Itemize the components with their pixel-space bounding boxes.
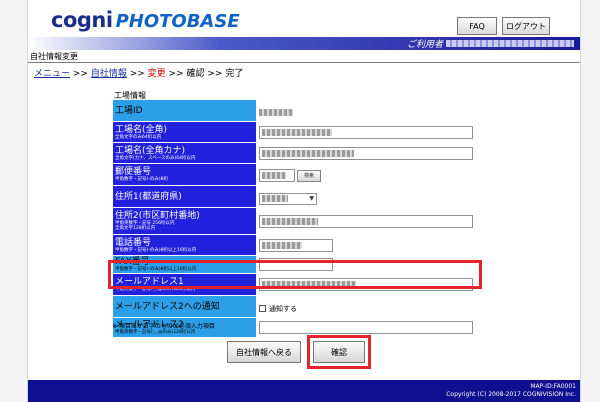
factory-name-masked (262, 128, 332, 136)
phone-hint: 半角数字・記号(-のみ)8桁以上16桁以内 (115, 247, 197, 253)
email2-notify-label-text: メールアドレス2への通知 (115, 301, 220, 312)
confirm-highlight-box (307, 335, 371, 369)
breadcrumb-sep: >> (165, 69, 187, 79)
email2-notify-checkbox-label[interactable]: 通知する (269, 304, 297, 314)
factory-kana-hint: 全角文字(カナ、スペースのみ)64桁以内 (115, 155, 196, 161)
title-divider (28, 62, 580, 63)
breadcrumb-sep: >> (204, 69, 226, 79)
breadcrumb: メニュー >> 自社情報 >> 変更 >> 確認 >> 完了 (34, 66, 243, 79)
email2-input[interactable] (259, 321, 473, 334)
factory-id-value (256, 99, 476, 122)
factory-name-label-text: 工場名(全角) (115, 124, 168, 135)
back-to-company-info-button[interactable]: 自社情報へ戻る (227, 341, 301, 363)
logo-photobase-text: PHOTOBASE (115, 11, 240, 32)
factory-name-input[interactable] (259, 125, 473, 139)
breadcrumb-done: 完了 (225, 69, 244, 79)
factory-name-label: 工場名(全角) 全角文字のみ64桁以内 (112, 121, 257, 143)
form-row-address2: 住所2(市区町村番地) 半角英数字・記号 256桁以内 全角文字128桁以内 (112, 207, 476, 235)
factory-id-label-text: 工場ID (115, 105, 143, 116)
postal-code-input[interactable] (259, 169, 295, 182)
email2-notify-checkbox[interactable] (259, 305, 266, 312)
form-row-email2-notify: メールアドレス2への通知 通知する (112, 295, 476, 318)
postal-label: 郵便番号 半角数字・記号(-のみ)8桁 (112, 163, 257, 186)
address2-label-text: 住所2(市区町村番地) (115, 211, 200, 221)
factory-info-form: 工場ID 工場名(全角) 全角文字のみ64桁以内 工場名(全角カナ) 全角文字(… (112, 99, 476, 338)
footer: MAP-ID:FA0001 Copyright (C) 2008-2017 CO… (28, 380, 580, 402)
breadcrumb-confirm: 確認 (186, 69, 205, 79)
breadcrumb-sep: >> (126, 69, 148, 79)
email1-highlight-box (108, 260, 482, 289)
prefecture-masked (262, 195, 288, 202)
form-row-address1: 住所1(都道府県) ▼ (112, 185, 476, 208)
breadcrumb-current-change: 変更 (147, 69, 166, 79)
phone-input[interactable] (259, 238, 333, 252)
cogni-photobase-logo: cogni PHOTOBASE (51, 8, 240, 32)
app-window: cogni PHOTOBASE FAQ ログアウト ご利用者 自社情報変更 メニ… (28, 0, 580, 402)
address1-label: 住所1(都道府県) (112, 185, 257, 208)
address2-hint2: 全角文字128桁以内 (115, 226, 156, 231)
form-row-phone: 電話番号 半角数字・記号(-のみ)8桁以上16桁以内 (112, 234, 476, 256)
faq-button[interactable]: FAQ (457, 17, 497, 35)
user-name-masked (446, 40, 574, 47)
factory-name-hint: 全角文字のみ64桁以内 (115, 134, 162, 140)
page-title: 自社情報変更 (30, 52, 78, 61)
factory-kana-label: 工場名(全角カナ) 全角文字(カナ、スペースのみ)64桁以内 (112, 142, 257, 164)
factory-id-label: 工場ID (112, 99, 257, 122)
factory-kana-masked (262, 149, 354, 157)
browser-frame-right (580, 0, 600, 402)
email2-hint: 半角英数字・記号(-_.@のみ)128桁以内 (115, 330, 196, 335)
screen-id: MAP-ID:FA0001 (530, 383, 576, 390)
email2-notify-checkbox-group: 通知する (259, 304, 297, 314)
phone-masked (262, 241, 302, 249)
factory-kana-label-text: 工場名(全角カナ) (115, 145, 186, 156)
factory-id-masked (259, 109, 293, 116)
form-row-factory-id: 工場ID (112, 99, 476, 122)
postal-label-text: 郵便番号 (115, 167, 152, 177)
address2-label: 住所2(市区町村番地) 半角英数字・記号 256桁以内 全角文字128桁以内 (112, 207, 257, 235)
browser-frame-left (0, 0, 28, 402)
logo-cogni-text: cogni (51, 8, 113, 32)
phone-label-text: 電話番号 (115, 237, 152, 248)
form-row-factory-kana: 工場名(全角カナ) 全角文字(カナ、スペースのみ)64桁以内 (112, 142, 476, 164)
required-note: ※ 項目名が白字のものは必須入力項目 (112, 323, 215, 330)
phone-label: 電話番号 半角数字・記号(-のみ)8桁以上16桁以内 (112, 234, 257, 256)
email2-notify-label: メールアドレス2への通知 (112, 295, 257, 318)
logout-button[interactable]: ログアウト (502, 17, 550, 35)
user-label: ご利用者 (406, 40, 443, 50)
form-row-factory-name: 工場名(全角) 全角文字のみ64桁以内 (112, 121, 476, 143)
factory-kana-input[interactable] (259, 146, 473, 160)
postal-hint: 半角数字・記号(-のみ)8桁 (115, 177, 168, 182)
form-row-postal: 郵便番号 半角数字・記号(-のみ)8桁 検索 (112, 163, 476, 186)
address2-masked (262, 217, 318, 225)
breadcrumb-sep: >> (70, 69, 91, 79)
address2-input[interactable] (259, 214, 473, 228)
address1-label-text: 住所1(都道府県) (115, 191, 182, 202)
breadcrumb-menu-link[interactable]: メニュー (34, 69, 70, 79)
chevron-down-icon: ▼ (309, 195, 314, 202)
postal-masked (262, 172, 286, 179)
breadcrumb-company-info-link[interactable]: 自社情報 (91, 69, 127, 79)
prefecture-select[interactable]: ▼ (259, 192, 317, 205)
user-bar: ご利用者 (28, 37, 580, 50)
copyright: Copyright (C) 2008-2017 COGNIVISION Inc. (446, 391, 576, 398)
postal-search-button[interactable]: 検索 (297, 169, 321, 182)
